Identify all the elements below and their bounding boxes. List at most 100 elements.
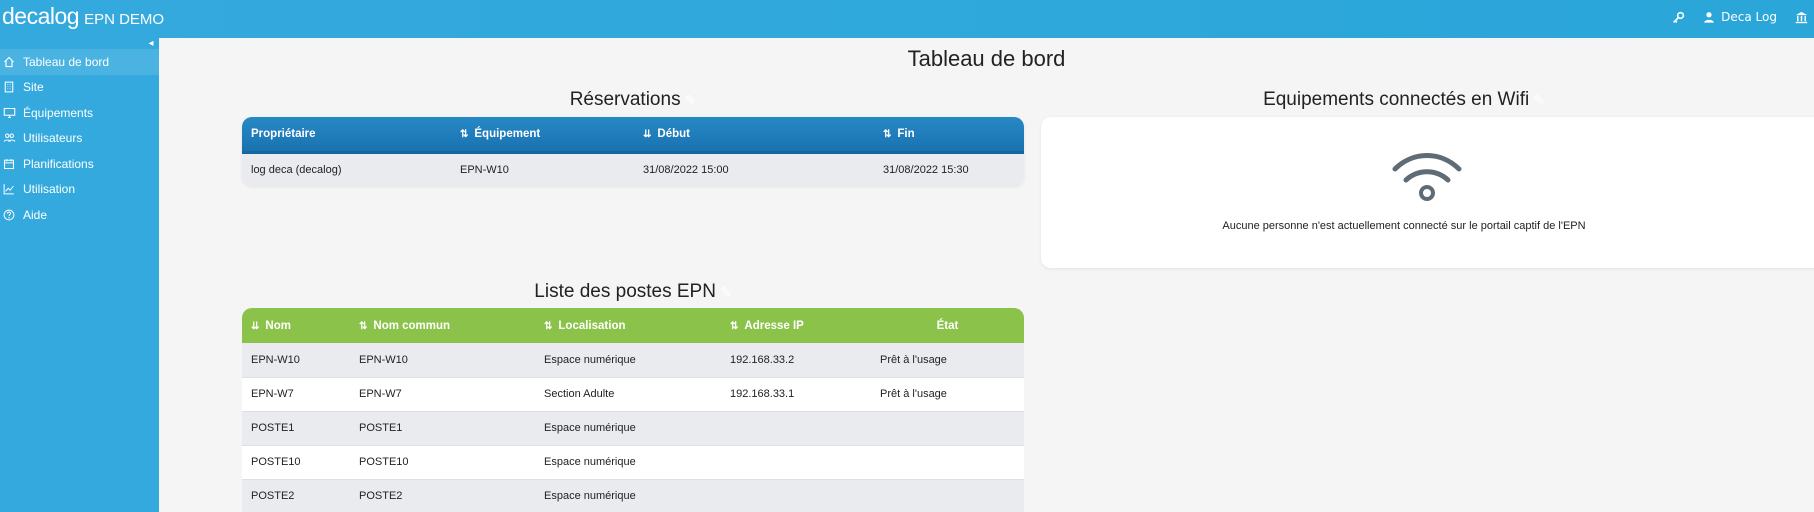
cell-nom-commun: POSTE2 [350, 479, 535, 512]
top-right-actions: Deca Log [1672, 0, 1808, 34]
col-localisation[interactable]: ⇅ Localisation [535, 308, 721, 343]
cell-etat [871, 411, 1024, 446]
user-icon [1704, 12, 1715, 23]
column-label: Nom commun [373, 319, 451, 332]
sort-icon: ⇅ [730, 320, 739, 332]
col-adresse-ip[interactable]: ⇅ Adresse IP [721, 308, 871, 343]
table-row[interactable]: EPN-W10 EPN-W10 Espace numérique 192.168… [242, 343, 1024, 378]
wifi-icon [1392, 153, 1462, 201]
cell-nom-commun: EPN-W7 [350, 377, 535, 412]
cell-nom-commun: EPN-W10 [350, 343, 535, 378]
column-label: État [936, 319, 959, 332]
cell-equipement: EPN-W10 [451, 152, 634, 186]
key-icon[interactable] [1672, 10, 1685, 24]
sidebar-item-site[interactable]: Site [0, 75, 159, 101]
wifi-card: Aucune personne n'est actuellement conne… [1041, 117, 1814, 268]
edit-icon[interactable]: ✎ [685, 92, 697, 108]
cell-adresse-ip: 192.168.33.2 [721, 343, 871, 378]
sidebar-item-label: Utilisateurs [23, 131, 83, 146]
app-name: EPN DEMO [84, 11, 165, 28]
col-nom-commun[interactable]: ⇅ Nom commun [350, 308, 535, 343]
sidebar-item-equipements[interactable]: Équipements [0, 100, 159, 126]
postes-title-wrap: Liste des postes EPN ✎ [242, 281, 1024, 303]
col-equipement[interactable]: ⇅ Équipement [451, 117, 634, 154]
sort-icon: ⇅ [460, 128, 469, 140]
users-icon [2, 131, 16, 145]
sidebar-item-label: Aide [23, 207, 48, 222]
table-row[interactable]: log deca (decalog) EPN-W10 31/08/2022 15… [242, 152, 1024, 186]
help-icon [2, 208, 16, 222]
cell-nom: POSTE2 [242, 479, 350, 512]
chart-icon [2, 182, 16, 196]
wifi-title-wrap: Equipements connectés en Wifi ✎ [1041, 89, 1767, 111]
sidebar-item-tableau-de-bord[interactable]: Tableau de bord [0, 49, 159, 75]
cell-etat [871, 479, 1024, 512]
sidebar-item-utilisateurs[interactable]: Utilisateurs [0, 126, 159, 152]
sort-icon: ⇅ [544, 320, 553, 332]
cell-etat: Prêt à l'usage [871, 343, 1024, 378]
column-label: Propriétaire [251, 127, 316, 140]
col-proprietaire[interactable]: Propriétaire [242, 117, 451, 154]
calendar-icon [2, 157, 16, 171]
sort-desc-icon: ⇊ [251, 320, 260, 332]
bank-icon[interactable] [1795, 10, 1808, 24]
sidebar-item-label: Tableau de bord [23, 54, 110, 69]
reservations-table: Propriétaire ⇅ Équipement ⇊ Début ⇅ Fin log… [242, 117, 1024, 186]
brand-logo: decalog [2, 3, 80, 29]
edit-icon[interactable]: ✎ [720, 284, 732, 300]
col-etat[interactable]: État [871, 308, 1024, 343]
column-label: Équipement [474, 127, 541, 140]
sidebar-item-label: Équipements [23, 105, 94, 120]
postes-title: Liste des postes EPN [534, 281, 716, 302]
sidebar-item-utilisation[interactable]: Utilisation [0, 177, 159, 203]
wifi-title: Equipements connectés en Wifi [1263, 89, 1530, 110]
table-row[interactable]: POSTE1 POSTE1 Espace numérique [242, 411, 1024, 446]
cell-nom: POSTE10 [242, 445, 350, 480]
cell-nom: POSTE1 [242, 411, 350, 446]
cell-nom-commun: POSTE10 [350, 445, 535, 480]
cell-localisation: Espace numérique [535, 479, 721, 512]
column-label: Localisation [558, 319, 626, 332]
sidebar-item-label: Planifications [23, 156, 94, 171]
cell-etat: Prêt à l'usage [871, 377, 1024, 412]
sort-icon: ⇅ [359, 320, 368, 332]
cell-nom: EPN-W10 [242, 343, 350, 378]
col-fin[interactable]: ⇅ Fin [874, 117, 1024, 154]
cell-localisation: Section Adulte [535, 377, 721, 412]
cell-localisation: Espace numérique [535, 411, 721, 446]
brand[interactable]: decalog EPN DEMO [2, 3, 164, 31]
cell-adresse-ip [721, 445, 871, 480]
cell-adresse-ip [721, 411, 871, 446]
home-icon [2, 55, 16, 69]
page-title: Tableau de bord [907, 46, 1066, 71]
column-label: Fin [897, 127, 915, 140]
table-row[interactable]: POSTE10 POSTE10 Espace numérique [242, 445, 1024, 480]
monitor-icon [2, 106, 16, 120]
sidebar-item-planifications[interactable]: Planifications [0, 151, 159, 177]
column-label: Nom [265, 319, 291, 332]
sort-desc-icon: ⇊ [643, 128, 652, 140]
reservations-title: Réservations [569, 89, 681, 110]
cell-proprietaire: log deca (decalog) [242, 152, 451, 186]
edit-icon[interactable]: ✎ [1533, 92, 1545, 108]
cell-etat [871, 445, 1024, 480]
table-row[interactable]: POSTE2 POSTE2 Espace numérique [242, 479, 1024, 512]
reservations-title-wrap: Réservations ✎ [242, 89, 1024, 111]
cell-debut: 31/08/2022 15:00 [634, 152, 874, 186]
user-menu[interactable]: Deca Log [1703, 10, 1777, 24]
cell-nom: EPN-W7 [242, 377, 350, 412]
sort-icon: ⇅ [883, 128, 892, 140]
sidebar-nav: Tableau de bord Site Équipements Utilisa… [0, 49, 159, 228]
cell-localisation: Espace numérique [535, 343, 721, 378]
cell-localisation: Espace numérique [535, 445, 721, 480]
cell-adresse-ip [721, 479, 871, 512]
sidebar-item-aide[interactable]: Aide [0, 202, 159, 228]
building-icon [2, 80, 16, 94]
column-label: Adresse IP [744, 319, 804, 332]
sidebar-item-label: Utilisation [23, 182, 76, 197]
wifi-empty-message: Aucune personne n'est actuellement conne… [1222, 220, 1586, 232]
user-name: Deca Log [1721, 10, 1777, 24]
col-debut[interactable]: ⇊ Début [634, 117, 874, 154]
table-row[interactable]: EPN-W7 EPN-W7 Section Adulte 192.168.33.… [242, 377, 1024, 412]
col-nom[interactable]: ⇊ Nom [242, 308, 350, 343]
